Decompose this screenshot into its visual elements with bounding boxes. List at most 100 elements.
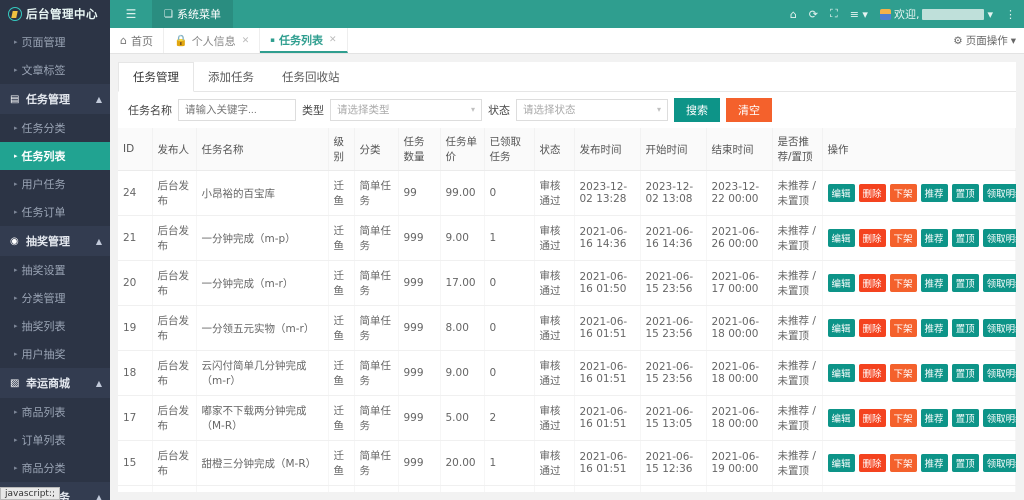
action-button-推荐[interactable]: 推荐 [921, 409, 948, 427]
sidebar-group-12[interactable]: ▨幸运商城▲ [0, 368, 110, 398]
action-button-领取明细[interactable]: 领取明细 [983, 409, 1016, 427]
action-button-置顶[interactable]: 置顶 [952, 274, 979, 292]
subtab-2[interactable]: 任务回收站 [268, 62, 354, 91]
tab-2[interactable]: ▪任务列表✕ [260, 28, 347, 53]
clear-button[interactable]: 清空 [726, 98, 772, 122]
action-button-编辑[interactable]: 编辑 [828, 274, 855, 292]
status-select[interactable]: 请选择状态 ▾ [516, 99, 668, 121]
sidebar-item-11[interactable]: ▸用户抽奖 [0, 340, 110, 368]
action-button-下架[interactable]: 下架 [890, 229, 917, 247]
sidebar-item-3[interactable]: ▸任务分类 [0, 114, 110, 142]
theme-menu-icon[interactable]: ≡ ▾ [850, 8, 868, 21]
action-button-下架[interactable]: 下架 [890, 409, 917, 427]
action-button-删除[interactable]: 删除 [859, 274, 886, 292]
cell-end_time: 2023-12-22 00:00 [706, 171, 772, 216]
cell-actions: 编辑删除下架推荐置顶领取明细 [822, 396, 1016, 441]
subtab-0[interactable]: 任务管理 [118, 62, 194, 92]
home-icon[interactable]: ⌂ [790, 8, 797, 21]
action-button-删除[interactable]: 删除 [859, 454, 886, 472]
action-button-下架[interactable]: 下架 [890, 454, 917, 472]
user-menu[interactable]: 欢迎, ▾ [880, 6, 993, 22]
sidebar-item-9[interactable]: ▸分类管理 [0, 284, 110, 312]
action-button-推荐[interactable]: 推荐 [921, 229, 948, 247]
sidebar-item-4[interactable]: ▸任务列表 [0, 142, 110, 170]
action-button-删除[interactable]: 删除 [859, 364, 886, 382]
action-button-编辑[interactable]: 编辑 [828, 184, 855, 202]
action-button-下架[interactable]: 下架 [890, 364, 917, 382]
cell-claimed: 0 [484, 351, 534, 396]
sidebar-group-7[interactable]: ◉抽奖管理▲ [0, 226, 110, 256]
sidebar-item-1[interactable]: ▸文章标签 [0, 56, 110, 84]
sidebar-group-2[interactable]: ▤任务管理▲ [0, 84, 110, 114]
sidebar-item-8[interactable]: ▸抽奖设置 [0, 256, 110, 284]
action-button-置顶[interactable]: 置顶 [952, 454, 979, 472]
sidebar-toggle-button[interactable]: ☰ [110, 0, 152, 28]
sidebar-item-label: 任务列表 [22, 148, 66, 164]
action-button-领取明细[interactable]: 领取明细 [983, 364, 1016, 382]
cell-start_time: 2021-06-15 13:05 [640, 396, 706, 441]
action-button-推荐[interactable]: 推荐 [921, 319, 948, 337]
action-button-编辑[interactable]: 编辑 [828, 319, 855, 337]
action-button-删除[interactable]: 删除 [859, 184, 886, 202]
action-button-编辑[interactable]: 编辑 [828, 454, 855, 472]
more-icon[interactable]: ⋮ [1005, 8, 1016, 21]
action-button-推荐[interactable]: 推荐 [921, 364, 948, 382]
column-header-11: 结束时间 [706, 128, 772, 171]
action-button-推荐[interactable]: 推荐 [921, 274, 948, 292]
action-button-删除[interactable]: 删除 [859, 229, 886, 247]
cell-start_time: 2021-06-16 14:36 [640, 216, 706, 261]
column-header-10: 开始时间 [640, 128, 706, 171]
cell-publisher: 后台发布 [152, 441, 196, 486]
action-button-领取明细[interactable]: 领取明细 [983, 319, 1016, 337]
sidebar-item-5[interactable]: ▸用户任务 [0, 170, 110, 198]
sidebar-item-label: 抽奖列表 [22, 318, 66, 334]
action-button-领取明细[interactable]: 领取明细 [983, 274, 1016, 292]
search-button[interactable]: 搜索 [674, 98, 720, 122]
cell-claimed: 2 [484, 396, 534, 441]
sidebar-item-15[interactable]: ▸商品分类 [0, 454, 110, 482]
action-button-置顶[interactable]: 置顶 [952, 409, 979, 427]
caret-right-icon: ▸ [14, 350, 18, 358]
page-action-button[interactable]: ⚙ 页面操作 ▾ [953, 28, 1024, 53]
logo-title: 后台管理中心 [26, 6, 98, 22]
cell-qty: 999 [398, 486, 440, 493]
type-select[interactable]: 请选择类型 ▾ [330, 99, 482, 121]
action-button-领取明细[interactable]: 领取明细 [983, 184, 1016, 202]
action-button-编辑[interactable]: 编辑 [828, 364, 855, 382]
caret-right-icon: ▸ [14, 408, 18, 416]
action-button-置顶[interactable]: 置顶 [952, 184, 979, 202]
cell-claimed: 2 [484, 486, 534, 493]
sidebar-item-10[interactable]: ▸抽奖列表 [0, 312, 110, 340]
sidebar-item-13[interactable]: ▸商品列表 [0, 398, 110, 426]
action-button-编辑[interactable]: 编辑 [828, 409, 855, 427]
action-button-推荐[interactable]: 推荐 [921, 454, 948, 472]
tab-1[interactable]: 🔒个人信息✕ [164, 28, 260, 53]
action-button-置顶[interactable]: 置顶 [952, 364, 979, 382]
close-icon[interactable]: ✕ [329, 35, 337, 45]
logo[interactable]: 后台管理中心 [0, 0, 110, 28]
action-button-下架[interactable]: 下架 [890, 184, 917, 202]
task-name-input[interactable] [178, 99, 296, 121]
action-button-删除[interactable]: 删除 [859, 409, 886, 427]
subtab-1[interactable]: 添加任务 [194, 62, 268, 91]
close-icon[interactable]: ✕ [242, 36, 250, 46]
action-button-领取明细[interactable]: 领取明细 [983, 229, 1016, 247]
action-button-删除[interactable]: 删除 [859, 319, 886, 337]
action-button-领取明细[interactable]: 领取明细 [983, 454, 1016, 472]
action-button-置顶[interactable]: 置顶 [952, 319, 979, 337]
cell-actions: 编辑删除下架推荐置顶领取明细 [822, 171, 1016, 216]
refresh-icon[interactable]: ⟳ [809, 8, 818, 21]
fullscreen-icon[interactable]: ⛶ [830, 7, 838, 21]
sidebar-item-14[interactable]: ▸订单列表 [0, 426, 110, 454]
sidebar-item-0[interactable]: ▸页面管理 [0, 28, 110, 56]
sidebar-item-6[interactable]: ▸任务订单 [0, 198, 110, 226]
system-menu-tab[interactable]: ❏ 系统菜单 [152, 0, 233, 28]
top-header: 后台管理中心 ☰ ❏ 系统菜单 ⌂ ⟳ ⛶ ≡ ▾ 欢迎, ▾ ⋮ [0, 0, 1024, 28]
action-button-编辑[interactable]: 编辑 [828, 229, 855, 247]
action-button-下架[interactable]: 下架 [890, 274, 917, 292]
action-button-下架[interactable]: 下架 [890, 319, 917, 337]
action-button-推荐[interactable]: 推荐 [921, 184, 948, 202]
tab-0[interactable]: ⌂首页 [110, 28, 164, 53]
action-button-置顶[interactable]: 置顶 [952, 229, 979, 247]
circle-icon: ◉ [10, 236, 21, 247]
